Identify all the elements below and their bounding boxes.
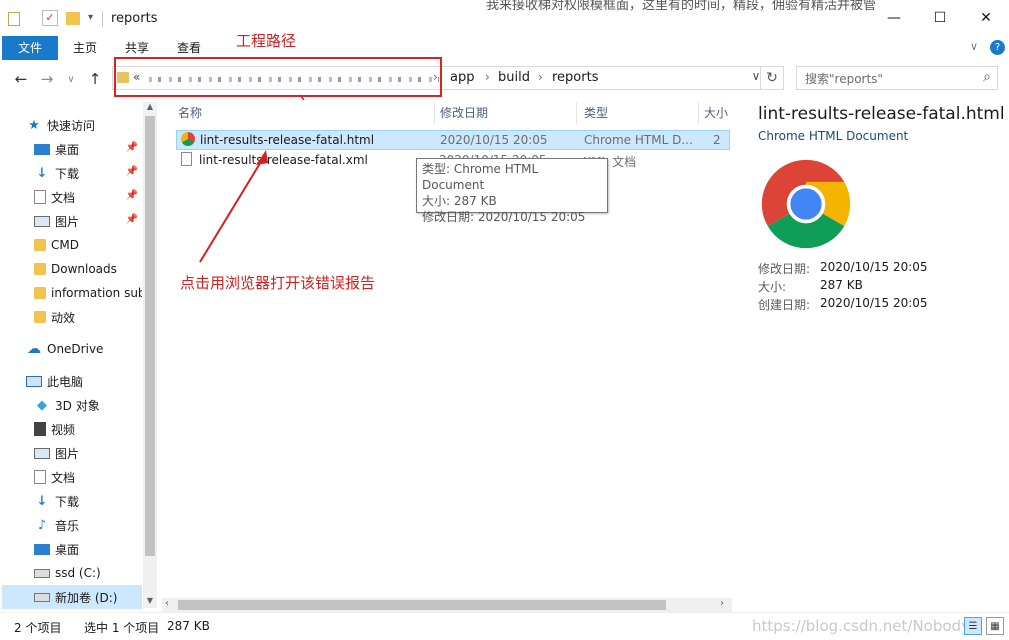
- arrow-head-icon: [256, 150, 268, 165]
- preview-size-value: 287 KB: [820, 278, 863, 292]
- large-icons-view-icon[interactable]: ▦: [986, 617, 1004, 635]
- status-bar: 2 个项目 选中 1 个项目 287 KB https://blog.csdn.…: [0, 612, 1009, 640]
- preview-created-value: 2020/10/15 20:05: [820, 296, 928, 310]
- preview-filename: lint-results-release-fatal.html: [758, 104, 1005, 124]
- chrome-logo-icon: [761, 159, 851, 249]
- preview-filetype: Chrome HTML Document: [758, 129, 909, 143]
- preview-created-label: 创建日期:: [758, 298, 811, 312]
- preview-pane: lint-results-release-fatal.html Chrome H…: [742, 98, 1009, 612]
- status-selected-count: 选中 1 个项目: [84, 621, 160, 635]
- status-selected-size: 287 KB: [167, 619, 210, 633]
- annotation-arrow: [199, 159, 263, 263]
- preview-size-label: 大小:: [758, 280, 787, 294]
- watermark: https://blog.csdn.net/Nobody_: [752, 617, 978, 635]
- status-item-count: 2 个项目: [14, 621, 62, 635]
- annotation-tick: [299, 94, 305, 101]
- preview-modified-value: 2020/10/15 20:05: [820, 260, 928, 274]
- preview-modified-label: 修改日期:: [758, 262, 811, 276]
- annotation-click-label: 点击用浏览器打开该错误报告: [180, 274, 376, 292]
- details-view-icon[interactable]: ☰: [964, 617, 982, 635]
